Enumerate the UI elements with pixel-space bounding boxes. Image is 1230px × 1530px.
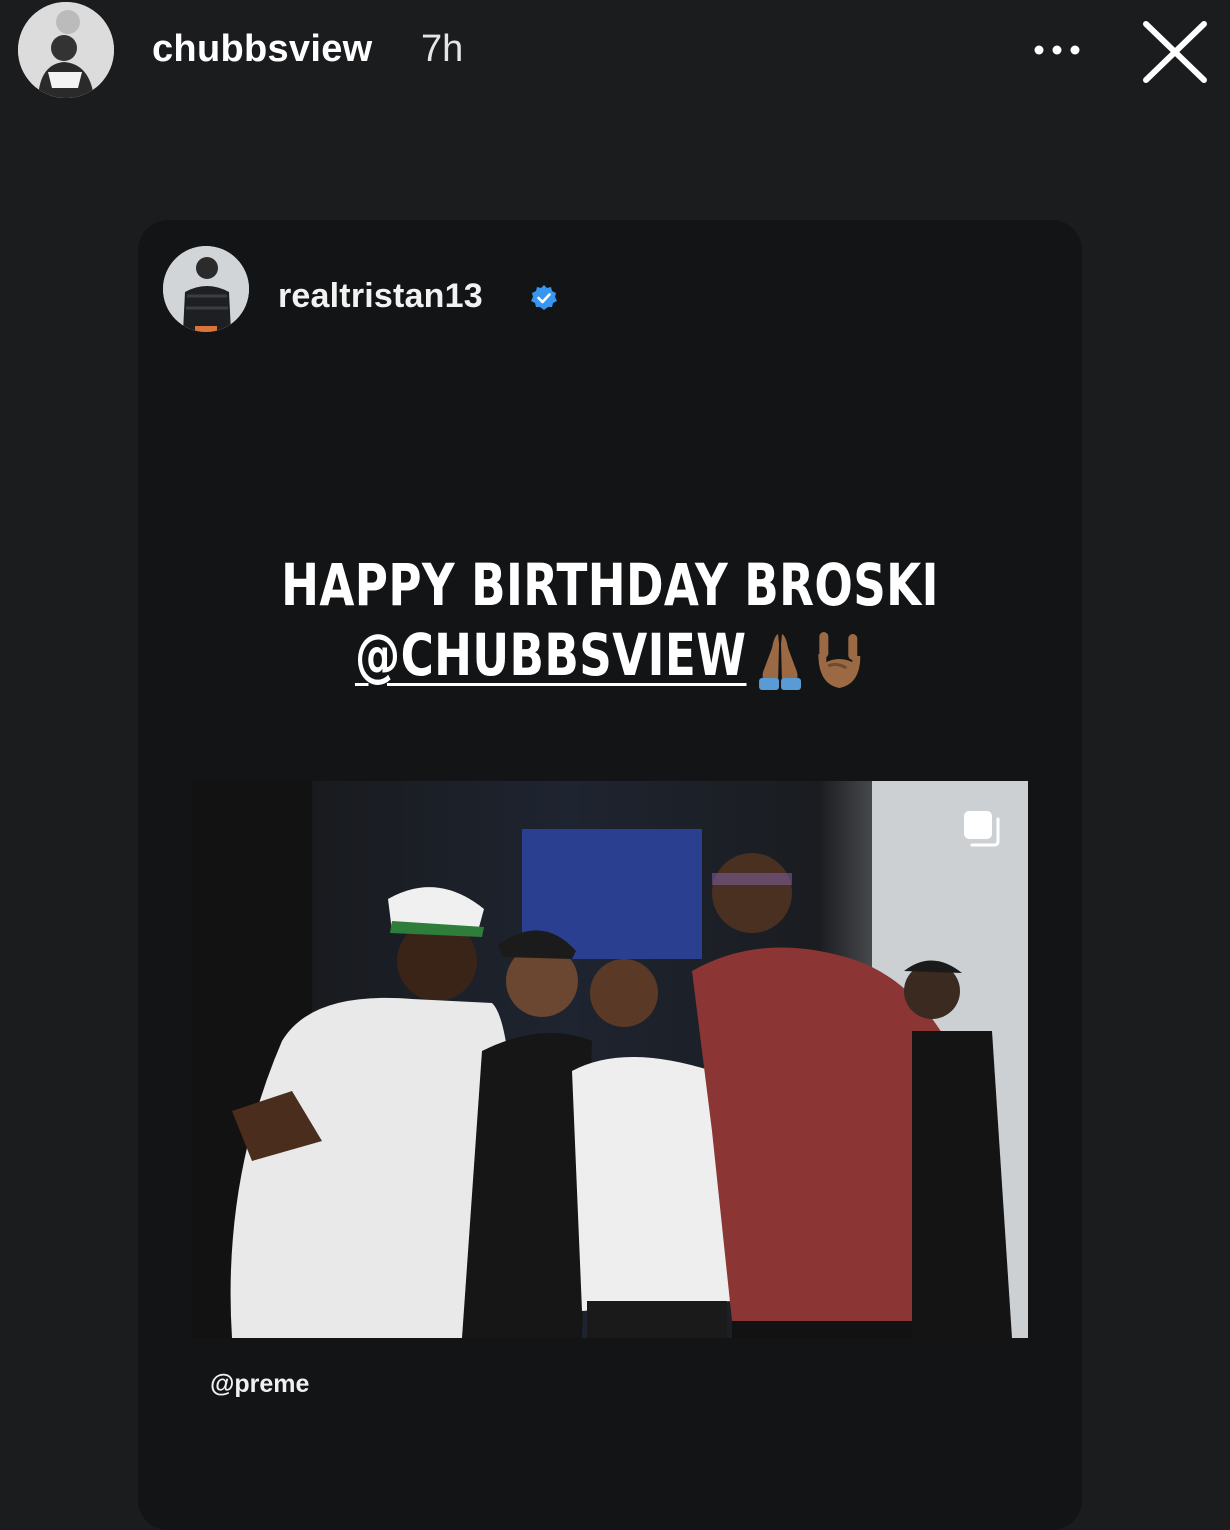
- shared-post-card[interactable]: realtristan13 HAPPY BIRTHDAY BROSKI @CHU…: [138, 220, 1082, 1530]
- shared-post-photo[interactable]: [192, 781, 1028, 1338]
- story-author-avatar[interactable]: [18, 2, 114, 98]
- multiple-photos-icon: [962, 809, 1002, 849]
- story-header: chubbsview 7h: [0, 0, 1230, 110]
- story-timestamp: 7h: [421, 28, 464, 70]
- caption-mention-link[interactable]: @CHUBBSVIEW: [355, 621, 747, 689]
- rock-on-hand-emoji: [806, 626, 872, 692]
- photo-credit-tag[interactable]: @preme: [210, 1370, 309, 1399]
- caption-line2: @CHUBBSVIEW: [242, 620, 978, 692]
- verified-badge-icon: [530, 284, 558, 312]
- story-caption: HAPPY BIRTHDAY BROSKI @CHUBBSVIEW: [242, 550, 978, 692]
- post-author-avatar[interactable]: [163, 246, 249, 332]
- post-author-username[interactable]: realtristan13: [278, 277, 483, 316]
- folded-hands-emoji: [747, 626, 813, 692]
- close-icon[interactable]: [1140, 20, 1210, 86]
- story-author-name[interactable]: chubbsview: [152, 28, 373, 71]
- caption-line1: HAPPY BIRTHDAY BROSKI: [281, 551, 939, 619]
- more-options-icon[interactable]: [1024, 30, 1090, 70]
